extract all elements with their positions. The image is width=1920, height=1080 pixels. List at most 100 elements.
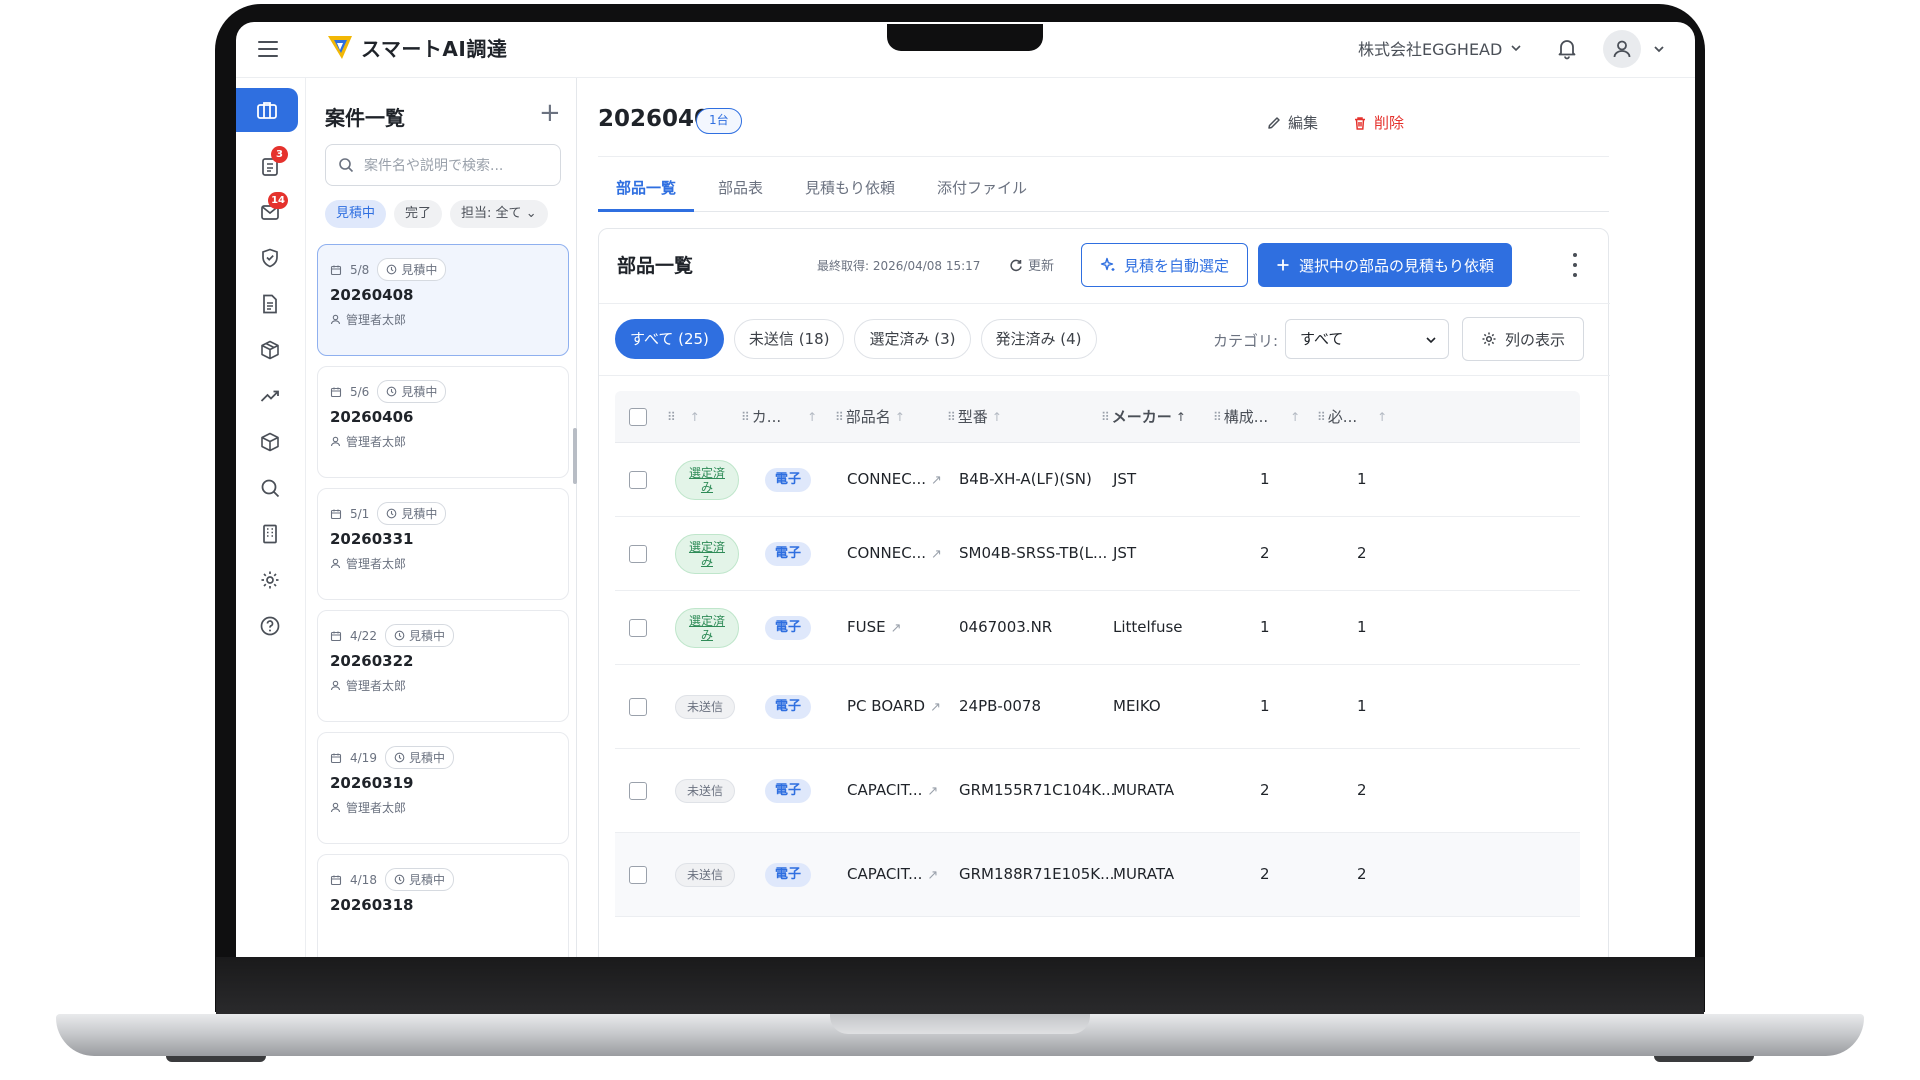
refresh-button[interactable]: 更新 — [1009, 255, 1054, 274]
tab-bom[interactable]: 部品表 — [700, 164, 781, 212]
tab-attachments[interactable]: 添付ファイル — [919, 164, 1045, 212]
bell-icon[interactable] — [1555, 36, 1579, 64]
tab-quote-requests[interactable]: 見積もり依頼 — [787, 164, 913, 212]
external-link-icon[interactable]: ↗ — [930, 700, 941, 715]
part-name-cell[interactable]: PC BOARD ↗ — [847, 697, 941, 715]
card-meta: 4/18 見積中 — [330, 868, 454, 891]
laptop-foot-left — [166, 1056, 266, 1062]
status-filter-unsent[interactable]: 未送信 (18) — [733, 319, 845, 359]
rail-item-help[interactable] — [248, 604, 292, 648]
project-card[interactable]: 5/6 見積中 20260406 管理者太郎 — [317, 366, 569, 478]
more-menu-icon[interactable] — [1571, 253, 1579, 277]
row-checkbox[interactable] — [629, 619, 647, 637]
chevron-down-icon[interactable] — [1652, 42, 1666, 56]
project-search-input[interactable]: 案件名や説明で検索... — [325, 144, 561, 186]
category-select[interactable]: すべて — [1285, 319, 1449, 359]
category-tag: 電子 — [765, 779, 812, 803]
status-filter-all[interactable]: すべて (25) — [615, 319, 724, 359]
add-project-button[interactable]: + — [539, 100, 561, 126]
rail-item-settings[interactable] — [248, 558, 292, 602]
status-badge: 見積中 — [377, 502, 447, 525]
filter-owner[interactable]: 担当: 全て ⌄ — [450, 200, 548, 228]
row-checkbox[interactable] — [629, 782, 647, 800]
part-name-cell[interactable]: CAPACIT... ↗ — [847, 865, 938, 883]
part-name-cell[interactable]: CONNEC... ↗ — [847, 544, 942, 562]
status-badge[interactable]: 選定済み — [675, 608, 739, 648]
status-badge[interactable]: 選定済み — [675, 460, 739, 500]
row-checkbox[interactable] — [629, 545, 647, 563]
rail-item-search[interactable] — [248, 466, 292, 510]
table-row[interactable]: 選定済み 電子 CONNEC... ↗ B4B-XH-A(LF)(SN) JST … — [615, 443, 1580, 517]
rail-item-analytics[interactable] — [248, 374, 292, 418]
app-logo[interactable]: スマートAI調達 — [325, 32, 507, 62]
part-name-cell[interactable]: FUSE ↗ — [847, 618, 902, 636]
rail-item-mail[interactable]: 14 — [248, 190, 292, 234]
tab-parts-list[interactable]: 部品一覧 — [598, 164, 695, 212]
rail-item-company[interactable] — [248, 512, 292, 556]
sort-arrow-icon: ↑ — [807, 410, 818, 424]
part-name-cell[interactable]: CONNEC... ↗ — [847, 470, 942, 488]
column-header-status[interactable]: ⠿ ↑ — [667, 391, 700, 443]
project-card[interactable]: 5/1 見積中 20260331 管理者太郎 — [317, 488, 569, 600]
filter-owner-label: 担当: 全て — [461, 206, 522, 221]
select-all-checkbox[interactable] — [629, 408, 647, 426]
status-badge[interactable]: 未送信 — [675, 863, 735, 887]
status-filters: すべて (25) 未送信 (18) 選定済み (3) 発注済み (4) — [615, 319, 1097, 359]
filter-done[interactable]: 完了 — [394, 200, 443, 228]
part-name: CONNEC... — [847, 470, 926, 488]
status-filter-ordered[interactable]: 発注済み (4) — [980, 319, 1097, 359]
external-link-icon[interactable]: ↗ — [931, 547, 942, 562]
rail-item-shield[interactable] — [248, 236, 292, 280]
project-list-panel: 案件一覧 + 案件名や説明で検索... 見積中 完了 担当: 全て ⌄ 5/8 … — [307, 78, 577, 957]
table-row[interactable]: 選定済み 電子 FUSE ↗ 0467003.NR Littelfuse 1 1 — [615, 591, 1580, 665]
rail-item-projects[interactable] — [236, 88, 298, 132]
external-link-icon[interactable]: ↗ — [891, 621, 902, 636]
status-badge[interactable]: 未送信 — [675, 695, 735, 719]
external-link-icon[interactable]: ↗ — [931, 473, 942, 488]
building-icon — [263, 524, 277, 544]
project-card[interactable]: 5/8 見積中 20260408 管理者太郎 — [317, 244, 569, 356]
auto-select-button[interactable]: 見積を自動選定 — [1081, 243, 1249, 287]
row-checkbox[interactable] — [629, 471, 647, 489]
status-badge[interactable]: 未送信 — [675, 779, 735, 803]
status-filter-selected[interactable]: 選定済み (3) — [854, 319, 971, 359]
part-name: FUSE — [847, 618, 886, 636]
calendar-icon — [330, 631, 342, 641]
column-header-category[interactable]: ⠿ カ... ↑ — [741, 391, 817, 443]
project-card[interactable]: 4/19 見積中 20260319 管理者太郎 — [317, 732, 569, 844]
table-row[interactable]: 未送信 電子 PC BOARD ↗ 24PB-0078 MEIKO 1 1 — [615, 665, 1580, 749]
required-qty: 1 — [1357, 697, 1367, 715]
table-row[interactable]: 未送信 電子 CAPACIT... ↗ GRM155R71C104K... MUR… — [615, 749, 1580, 833]
delete-button[interactable]: 削除 — [1352, 112, 1404, 133]
rail-item-clipboard[interactable]: 3 — [248, 144, 292, 188]
status-badge[interactable]: 選定済み — [675, 534, 739, 574]
row-checkbox[interactable] — [629, 698, 647, 716]
avatar[interactable] — [1603, 30, 1641, 68]
external-link-icon[interactable]: ↗ — [927, 868, 938, 883]
row-checkbox[interactable] — [629, 866, 647, 884]
project-card[interactable]: 4/22 見積中 20260322 管理者太郎 — [317, 610, 569, 722]
rail-item-document[interactable] — [248, 282, 292, 326]
column-header-required[interactable]: ⠿ 必... ↑ — [1317, 391, 1387, 443]
plus-icon — [1277, 259, 1289, 271]
column-header-composition[interactable]: ⠿ 構成... ↑ — [1213, 391, 1300, 443]
project-card[interactable]: 4/18 見積中 20260318 — [317, 854, 569, 957]
request-quote-button[interactable]: 選択中の部品の見積もり依頼 — [1258, 243, 1513, 287]
table-row[interactable]: 選定済み 電子 CONNEC... ↗ SM04B-SRSS-TB(L... JS… — [615, 517, 1580, 591]
table-row[interactable]: 未送信 電子 CAPACIT... ↗ GRM188R71E105K... MUR… — [615, 833, 1580, 917]
edit-button[interactable]: 編集 — [1266, 112, 1318, 133]
rail-item-package[interactable] — [248, 328, 292, 372]
maker-name: JST — [1113, 544, 1137, 562]
part-name-cell[interactable]: CAPACIT... ↗ — [847, 781, 938, 799]
rail-item-box[interactable] — [248, 420, 292, 464]
column-visibility-button[interactable]: 列の表示 — [1462, 317, 1584, 361]
filter-estimating[interactable]: 見積中 — [325, 200, 387, 228]
column-header-model[interactable]: ⠿ 型番 ↑ — [947, 391, 1002, 443]
company-switcher[interactable]: 株式会社EGGHEAD — [1358, 36, 1522, 60]
external-link-icon[interactable]: ↗ — [927, 784, 938, 799]
column-header-maker[interactable]: ⠿ メーカー ↑ — [1101, 391, 1186, 443]
scrollbar[interactable] — [573, 428, 577, 484]
card-date: 4/22 — [350, 628, 377, 643]
column-header-name[interactable]: ⠿ 部品名 ↑ — [835, 391, 905, 443]
menu-icon[interactable] — [258, 36, 284, 62]
